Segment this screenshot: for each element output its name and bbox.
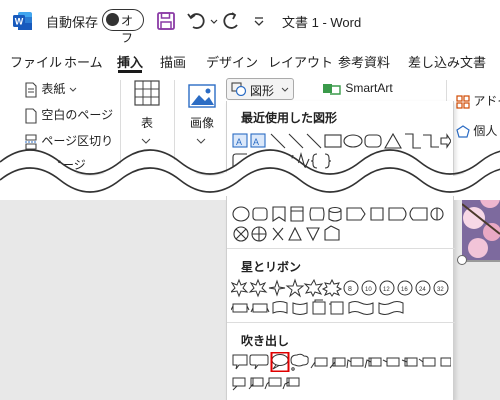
- smartart-label: SmartArt: [345, 81, 393, 95]
- smartart-button[interactable]: SmartArt: [322, 81, 393, 96]
- resize-handle[interactable]: [457, 255, 467, 265]
- blank-page-label: 空白のページ: [41, 108, 114, 122]
- torn-edge-decoration: [0, 149, 500, 200]
- undo-icon[interactable]: [186, 10, 208, 32]
- svg-text:16: 16: [401, 287, 408, 293]
- svg-text:10: 10: [365, 287, 372, 293]
- callouts-shapes-row[interactable]: [231, 372, 451, 392]
- chevron-down-icon: [281, 87, 289, 92]
- ribbon-tabs: ファイル ホーム 挿入 描画 デザイン レイアウト 参考資料 差し込み文書: [0, 46, 500, 74]
- redo-icon[interactable]: [220, 10, 242, 32]
- toggle-state-label: オフ: [121, 14, 134, 45]
- cover-page-button[interactable]: 表紙: [24, 80, 77, 98]
- tab-layout[interactable]: レイアウト: [268, 52, 333, 71]
- blank-page-button[interactable]: 空白のページ: [24, 106, 113, 124]
- flowchart-shapes-row[interactable]: [231, 204, 451, 224]
- toggle-knob: [106, 13, 119, 26]
- tab-references[interactable]: 参考資料: [338, 52, 390, 71]
- blank-page-icon: [25, 108, 37, 124]
- addins-icon: [456, 95, 470, 109]
- flowchart-shapes-icons[interactable]: [231, 224, 451, 244]
- active-tab-indicator: [118, 70, 142, 73]
- callouts-shapes-icons[interactable]: [231, 372, 451, 392]
- callouts-shapes-icons[interactable]: [231, 351, 452, 373]
- picture-button-label[interactable]: 画像: [190, 114, 214, 131]
- tab-draw[interactable]: 描画: [160, 52, 186, 71]
- personal-addins-button[interactable]: 個人: [456, 122, 497, 139]
- autosave-label: 自動保存: [46, 15, 99, 30]
- svg-text:W: W: [15, 17, 24, 27]
- customize-toolbar-icon[interactable]: [252, 10, 266, 32]
- autosave-toggle[interactable]: オフ: [102, 9, 144, 45]
- personal-addins-icon: [456, 125, 470, 138]
- undo-dropdown-icon[interactable]: [210, 10, 218, 32]
- personal-addins-label: 個人: [473, 124, 498, 138]
- tab-mailings[interactable]: 差し込み文書: [408, 52, 486, 71]
- svg-text:8: 8: [348, 286, 352, 293]
- addins-label: アドイ: [473, 94, 500, 108]
- recent-shapes-title: 最近使用した図形: [241, 111, 338, 125]
- flowchart-shapes-row[interactable]: [231, 224, 451, 244]
- section-divider: [227, 322, 455, 323]
- callouts-shapes-row[interactable]: [231, 351, 452, 373]
- ribbons-shapes-icons[interactable]: [230, 298, 451, 318]
- stars-shapes-icons[interactable]: 8 10 12 16 24 32: [229, 278, 451, 298]
- smartart-icon: [323, 83, 341, 95]
- table-icon[interactable]: [134, 80, 160, 109]
- callouts-title: 吹き出し: [241, 334, 290, 348]
- cover-page-label: 表紙: [41, 82, 66, 96]
- ribbons-shapes-row[interactable]: [230, 298, 451, 318]
- flowchart-shapes-icons[interactable]: [231, 204, 451, 224]
- tab-file[interactable]: ファイル: [10, 52, 62, 71]
- shapes-icon: [231, 82, 247, 96]
- shapes-button[interactable]: 図形: [226, 78, 294, 100]
- document-title: 文書 1 - Word: [282, 15, 362, 30]
- addins-button[interactable]: アドイ: [456, 92, 500, 109]
- picture-icon[interactable]: [188, 84, 216, 111]
- shapes-dropdown-panel-lower: 星とリボン 8 10 12 16 24 32 吹き出し: [226, 196, 455, 400]
- stars-shapes-row[interactable]: 8 10 12 16 24 32: [229, 278, 451, 298]
- word-app-icon[interactable]: W: [12, 10, 34, 32]
- table-button-label[interactable]: 表: [141, 114, 153, 131]
- stars-ribbons-title: 星とリボン: [241, 260, 302, 274]
- svg-text:24: 24: [419, 287, 426, 293]
- save-icon[interactable]: [156, 10, 176, 32]
- section-divider: [227, 248, 455, 249]
- tab-home[interactable]: ホーム: [64, 52, 103, 71]
- shapes-button-label: 図形: [250, 84, 275, 98]
- tab-design[interactable]: デザイン: [206, 52, 258, 71]
- svg-text:12: 12: [383, 287, 390, 293]
- svg-text:32: 32: [437, 287, 444, 293]
- title-bar: W 自動保存 オフ 文書 1 - Word: [0, 0, 500, 45]
- tab-insert[interactable]: 挿入: [117, 52, 143, 71]
